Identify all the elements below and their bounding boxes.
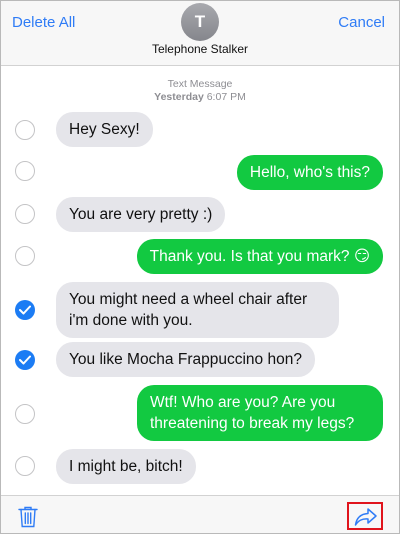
- select-circle-message-5[interactable]: [15, 300, 35, 320]
- message-bubble-outgoing[interactable]: Hello, who's this?: [236, 155, 383, 190]
- message-edit-screen: Delete All T Telephone Stalker Cancel Te…: [0, 0, 400, 534]
- avatar[interactable]: T: [181, 3, 219, 41]
- timestamp-service: Text Message: [167, 78, 233, 90]
- delete-all-button[interactable]: Delete All: [12, 14, 75, 31]
- contact-name[interactable]: Telephone Stalker: [1, 42, 399, 56]
- checkmark-icon: [19, 305, 31, 315]
- timestamp-datetime: Yesterday 6:07 PM: [1, 91, 399, 104]
- message-bubble-outgoing[interactable]: Thank you. Is that you mark? 😏: [136, 239, 383, 274]
- forward-arrow-icon: [354, 508, 377, 526]
- header-bar: Delete All T Telephone Stalker Cancel: [1, 1, 399, 66]
- message-timestamp: Text Message Yesterday 6:07 PM: [1, 78, 399, 104]
- select-circle-message-8[interactable]: [15, 456, 35, 476]
- select-circle-message-7[interactable]: [15, 404, 35, 424]
- select-circle-message-3[interactable]: [15, 204, 35, 224]
- message-bubble-incoming[interactable]: Hey Sexy!: [56, 112, 153, 147]
- select-circle-message-2[interactable]: [15, 161, 35, 181]
- checkmark-icon: [19, 355, 31, 365]
- cancel-button[interactable]: Cancel: [338, 14, 385, 31]
- message-bubble-incoming[interactable]: I might be, bitch!: [56, 449, 196, 484]
- timestamp-time: 6:07 PM: [206, 91, 246, 103]
- select-circle-message-6[interactable]: [15, 350, 35, 370]
- message-bubble-incoming[interactable]: You might need a wheel chair after i'm d…: [56, 282, 339, 338]
- select-circle-message-1[interactable]: [15, 120, 35, 140]
- message-bubble-incoming[interactable]: You like Mocha Frappuccino hon?: [56, 342, 315, 377]
- timestamp-day: Yesterday: [154, 91, 204, 103]
- trash-icon[interactable]: [18, 506, 38, 533]
- message-bubble-outgoing[interactable]: Wtf! Who are you? Are you threatening to…: [137, 385, 383, 441]
- forward-button[interactable]: [347, 502, 383, 530]
- message-bubble-incoming[interactable]: You are very pretty :): [56, 197, 226, 232]
- select-circle-message-4[interactable]: [15, 246, 35, 266]
- bottom-toolbar: [1, 495, 399, 533]
